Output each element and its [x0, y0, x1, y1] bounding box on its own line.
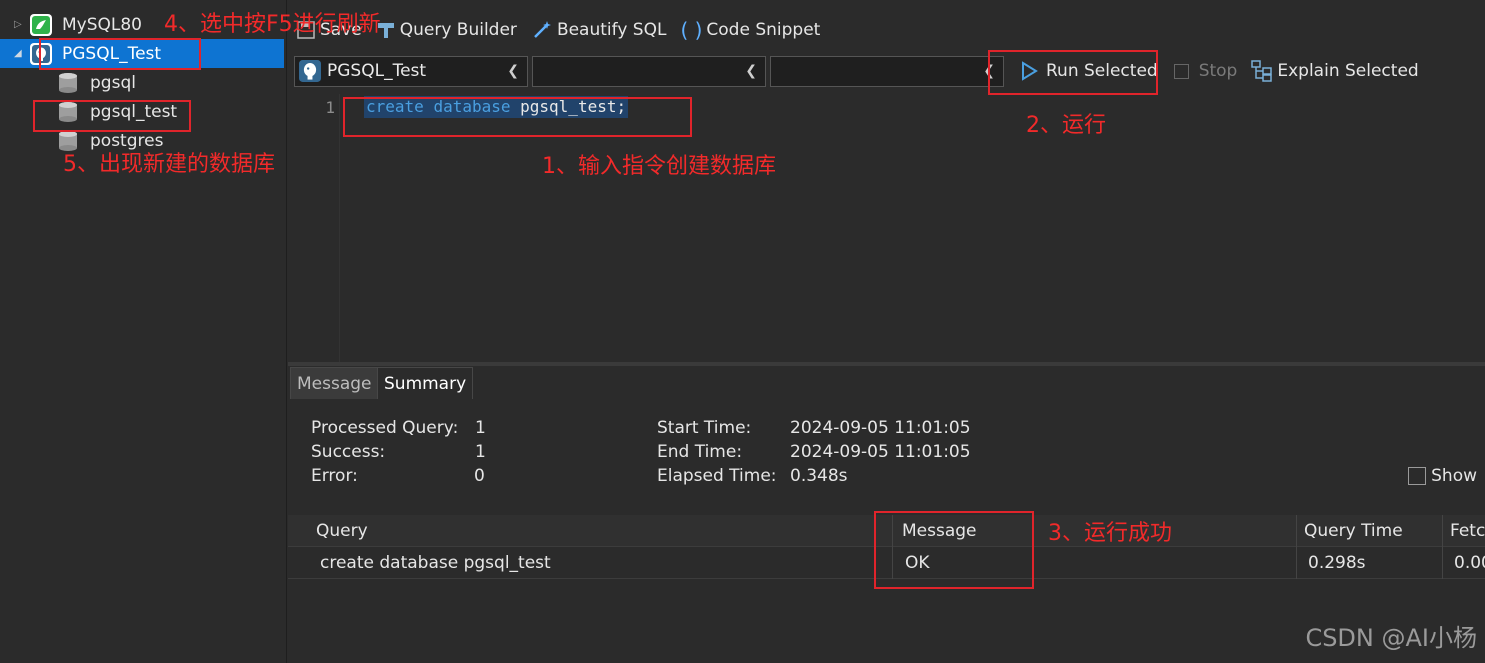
show-label: Show — [1431, 466, 1477, 486]
annotation-step2: 2、运行 — [1026, 113, 1106, 138]
sql-editor[interactable]: 1 create database pgsql_test; — [288, 94, 1485, 362]
cell-query[interactable]: create database pgsql_test — [320, 547, 551, 579]
explain-selected-label: Explain Selected — [1277, 61, 1419, 81]
end-time-value: 2024-09-05 11:01:05 — [790, 442, 971, 462]
database-icon — [58, 72, 78, 94]
column-header-query-time[interactable]: Query Time — [1304, 515, 1403, 547]
watermark: CSDN @AI小杨 — [1305, 624, 1477, 652]
success-value: 1 — [475, 442, 486, 462]
run-selected-label: Run Selected — [1046, 61, 1158, 81]
annotation-step1: 1、输入指令创建数据库 — [542, 154, 776, 179]
tab-label: Summary — [384, 373, 467, 394]
annotation-step3: 3、运行成功 — [1048, 521, 1172, 546]
chevron-down-icon: ❮ — [507, 63, 519, 79]
code-area[interactable]: create database pgsql_test; — [340, 94, 1485, 362]
success-label: Success: — [311, 442, 386, 462]
elapsed-time-value: 0.348s — [790, 466, 848, 486]
connection-select-value: PGSQL_Test — [327, 61, 427, 81]
collapse-arrow-icon[interactable]: ◢ — [14, 48, 30, 59]
error-value: 0 — [474, 466, 485, 486]
parentheses-icon: ( ) — [680, 18, 703, 42]
result-tabs: Message Summary — [288, 366, 1485, 399]
error-label: Error: — [311, 466, 358, 486]
magic-wand-icon — [534, 21, 551, 38]
cell-query-time[interactable]: 0.298s — [1308, 547, 1366, 579]
cell-message[interactable]: OK — [905, 547, 930, 579]
code-line[interactable]: create database pgsql_test; — [364, 96, 629, 118]
postgresql-icon — [30, 42, 52, 65]
column-header-fetch[interactable]: Fetc — [1450, 515, 1485, 547]
show-checkbox[interactable]: Show — [1408, 466, 1477, 486]
tab-message[interactable]: Message — [290, 367, 379, 399]
stop-label: Stop — [1198, 61, 1238, 81]
column-divider[interactable] — [1296, 515, 1297, 579]
tree-item-label: pgsql_test — [90, 101, 178, 122]
tree-item-label: PGSQL_Test — [62, 43, 162, 64]
checkbox-box[interactable] — [1408, 467, 1427, 485]
tree-item-db-pgsql-test[interactable]: pgsql_test — [0, 97, 284, 126]
column-header-message[interactable]: Message — [902, 515, 977, 547]
connection-tree: ▷ MySQL80 ◢ PGSQL_Test pgsql pgsql_test … — [0, 0, 287, 663]
sql-identifier: pgsql_test; — [520, 97, 627, 116]
elapsed-time-label: Elapsed Time: — [657, 466, 777, 486]
tree-item-label: pgsql — [90, 72, 136, 93]
stop-button[interactable]: Stop — [1173, 61, 1238, 81]
tab-label: Message — [297, 373, 372, 394]
connection-toolbar: PGSQL_Test ❮ ❮ ❮ Run Selected Stop Expla… — [288, 52, 1485, 90]
tab-summary[interactable]: Summary — [377, 367, 474, 399]
sql-keyword: create — [366, 97, 424, 116]
expand-arrow-icon[interactable]: ▷ — [14, 19, 30, 30]
cell-fetch[interactable]: 0.00 — [1454, 547, 1485, 579]
sql-keyword: database — [433, 97, 511, 116]
explain-icon — [1251, 60, 1273, 82]
beautify-sql-label: Beautify SQL — [556, 20, 667, 40]
editor-toolbar: Save Query Builder Beautify SQL ( ) Code… — [288, 10, 1485, 50]
start-time-label: Start Time: — [657, 418, 752, 438]
end-time-label: End Time: — [657, 442, 743, 462]
column-header-query[interactable]: Query — [316, 515, 368, 547]
start-time-value: 2024-09-05 11:01:05 — [790, 418, 971, 438]
column-divider[interactable] — [892, 515, 893, 579]
code-snippet-button[interactable]: ( ) Code Snippet — [680, 18, 820, 42]
database-select[interactable]: ❮ — [532, 55, 766, 87]
processed-query-label: Processed Query: — [311, 418, 459, 438]
chevron-down-icon: ❮ — [983, 63, 995, 79]
tree-item-label: MySQL80 — [62, 14, 143, 35]
connection-select[interactable]: PGSQL_Test ❮ — [294, 55, 528, 87]
tree-item-pgsql-test[interactable]: ◢ PGSQL_Test — [0, 39, 284, 68]
play-icon — [1022, 61, 1038, 81]
tree-item-db-pgsql[interactable]: pgsql — [0, 68, 284, 97]
chevron-down-icon: ❮ — [745, 63, 757, 79]
stop-icon — [1173, 63, 1189, 79]
postgresql-icon — [299, 60, 321, 82]
explain-selected-button[interactable]: Explain Selected — [1251, 60, 1419, 82]
beautify-sql-button[interactable]: Beautify SQL — [531, 19, 667, 41]
schema-select[interactable]: ❮ — [770, 55, 1004, 87]
line-number: 1 — [325, 98, 335, 117]
database-icon — [58, 101, 78, 123]
processed-query-value: 1 — [475, 418, 486, 438]
line-gutter: 1 — [288, 94, 340, 362]
query-builder-button[interactable]: Query Builder — [376, 20, 517, 40]
run-selected-button[interactable]: Run Selected — [1020, 61, 1158, 81]
query-builder-label: Query Builder — [399, 20, 517, 40]
summary-panel: Processed Query: 1 Success: 1 Error: 0 S… — [288, 400, 1485, 515]
mysql-icon — [30, 13, 52, 36]
annotation-step5: 5、出现新建的数据库 — [63, 152, 275, 177]
annotation-step4: 4、选中按F5进行刷新 — [164, 12, 381, 37]
code-snippet-label: Code Snippet — [706, 20, 821, 40]
column-divider[interactable] — [1442, 515, 1443, 579]
